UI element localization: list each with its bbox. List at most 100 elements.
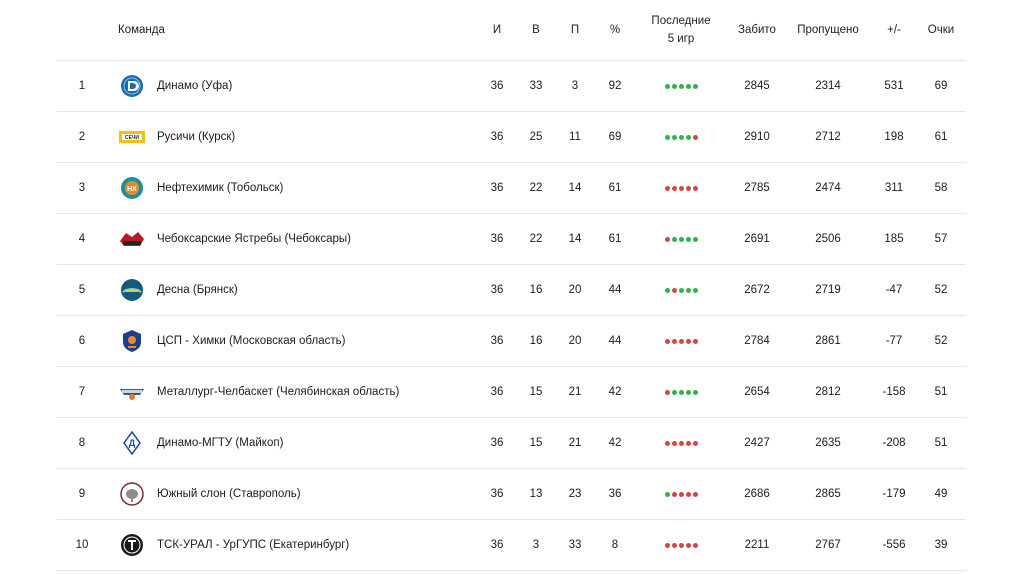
loss-dot (692, 134, 698, 140)
loss-dot (678, 185, 684, 191)
team-name-link[interactable]: Чебоксарские Ястребы (Чебоксары) (157, 214, 487, 264)
allowed-cell: 2719 (815, 284, 841, 296)
team-name-link[interactable]: ЦСП - Химки (Московская область) (157, 316, 487, 366)
table-row[interactable]: 3 НХ Нефтехимик (Тобольск) 36 22 14 61 2785 2474… (57, 163, 966, 214)
last5-form (646, 367, 716, 417)
rank-cell: 6 (78, 335, 86, 347)
header-points[interactable]: Очки (924, 0, 958, 60)
last5-form (646, 112, 716, 162)
diff-cell: -208 (882, 437, 906, 449)
win-dot (671, 389, 677, 395)
pct-cell: 92 (608, 80, 622, 92)
header-losses[interactable]: П (560, 0, 590, 60)
standings-table: Команда И В П % Последние 5 игр Забито П… (57, 0, 966, 571)
table-row[interactable]: 9 Южный слон (Ставрополь) 36 13 23 36 2686 2865… (57, 469, 966, 520)
scored-cell: 2672 (744, 284, 770, 296)
loss-dot (671, 542, 677, 548)
scored-cell: 2211 (744, 539, 770, 551)
win-dot (678, 236, 684, 242)
rank-cell: 7 (78, 386, 86, 398)
table-row[interactable]: 7 Металлург-Челбаскет (Челябинская област… (57, 367, 966, 418)
last5-form (646, 520, 716, 570)
win-dot (685, 83, 691, 89)
metallurg-logo-icon (118, 367, 146, 417)
loss-dot (692, 185, 698, 191)
team-name-link[interactable]: ТСК-УРАЛ - УрГУПС (Екатеринбург) (157, 520, 487, 570)
loss-dot (692, 491, 698, 497)
header-diff[interactable]: +/- (877, 0, 911, 60)
svg-text:Д: Д (129, 438, 136, 448)
csp-khimki-logo-icon (118, 316, 146, 366)
loss-dot (664, 542, 670, 548)
table-row[interactable]: 4 Чебоксарские Ястребы (Чебоксары) 36 22 14 6… (57, 214, 966, 265)
table-row[interactable]: 1 Динамо (Уфа) 36 33 3 92 2845 2314 531 69 (57, 61, 966, 112)
header-games[interactable]: И (482, 0, 512, 60)
win-dot (664, 287, 670, 293)
loss-dot (664, 236, 670, 242)
table-row[interactable]: 2 СЕЧИ Русичи (Курск) 36 25 11 69 2910 2712 198 61 (57, 112, 966, 163)
team-name-link[interactable]: Динамо-МГТУ (Майкоп) (157, 418, 487, 468)
points-cell: 58 (934, 182, 948, 194)
diff-cell: -179 (882, 488, 906, 500)
diff-cell: 531 (884, 80, 904, 92)
team-name-link[interactable]: Южный слон (Ставрополь) (157, 469, 487, 519)
win-dot (678, 83, 684, 89)
win-dot (685, 134, 691, 140)
win-dot (685, 236, 691, 242)
team-name-link[interactable]: Нефтехимик (Тобольск) (157, 163, 487, 213)
loss-dot (685, 440, 691, 446)
team-name-link[interactable]: Русичи (Курск) (157, 112, 487, 162)
losses-cell: 21 (568, 386, 582, 398)
losses-cell: 21 (568, 437, 582, 449)
loss-dot (685, 542, 691, 548)
wins-cell: 16 (529, 335, 543, 347)
team-name-link[interactable]: Десна (Брянск) (157, 265, 487, 315)
points-cell: 69 (934, 80, 948, 92)
wins-cell: 3 (532, 539, 540, 551)
diff-cell: -158 (882, 386, 906, 398)
loss-dot (685, 338, 691, 344)
games-cell: 36 (490, 539, 504, 551)
table-row[interactable]: 10 ТСК-УРАЛ - УрГУПС (Екатеринбург) 36 3 33 8… (57, 520, 966, 571)
pct-cell: 69 (608, 131, 622, 143)
rank-cell: 10 (75, 539, 89, 551)
table-row[interactable]: 5 Десна (Брянск) 36 16 20 44 2672 2719 -47 52 (57, 265, 966, 316)
allowed-cell: 2861 (815, 335, 841, 347)
desna-logo-icon (118, 265, 146, 315)
dinamo-mgtu-logo-icon: Д (118, 418, 146, 468)
allowed-cell: 2712 (815, 131, 841, 143)
scored-cell: 2654 (744, 386, 770, 398)
loss-dot (685, 185, 691, 191)
rank-cell: 9 (78, 488, 86, 500)
header-wins[interactable]: В (521, 0, 551, 60)
header-scored[interactable]: Забито (735, 0, 779, 60)
games-cell: 36 (490, 182, 504, 194)
svg-text:СЕЧИ: СЕЧИ (125, 135, 139, 141)
last5-form (646, 316, 716, 366)
points-cell: 39 (934, 539, 948, 551)
team-name-link[interactable]: Металлург-Челбаскет (Челябинская область… (157, 367, 487, 417)
header-team[interactable]: Команда (118, 0, 448, 60)
loss-dot (692, 542, 698, 548)
win-dot (671, 134, 677, 140)
header-pct[interactable]: % (599, 0, 631, 60)
loss-dot (671, 185, 677, 191)
win-dot (664, 83, 670, 89)
wins-cell: 15 (529, 437, 543, 449)
diff-cell: 311 (884, 182, 904, 194)
rusichi-logo-icon: СЕЧИ (118, 112, 146, 162)
loss-dot (678, 491, 684, 497)
wins-cell: 25 (529, 131, 543, 143)
allowed-cell: 2635 (815, 437, 841, 449)
pct-cell: 8 (611, 539, 619, 551)
dinamo-ufa-logo-icon (118, 61, 146, 111)
rank-cell: 5 (78, 284, 86, 296)
wins-cell: 13 (529, 488, 543, 500)
header-allowed[interactable]: Пропущено (794, 0, 862, 60)
allowed-cell: 2474 (815, 182, 841, 194)
header-last5-line2: 5 игр (667, 33, 695, 45)
table-row[interactable]: 8 Д Динамо-МГТУ (Майкоп) 36 15 21 42 2427 2635 -2… (57, 418, 966, 469)
table-row[interactable]: 6 ЦСП - Химки (Московская область) 36 16 20 4… (57, 316, 966, 367)
scored-cell: 2427 (744, 437, 770, 449)
team-name-link[interactable]: Динамо (Уфа) (157, 61, 487, 111)
